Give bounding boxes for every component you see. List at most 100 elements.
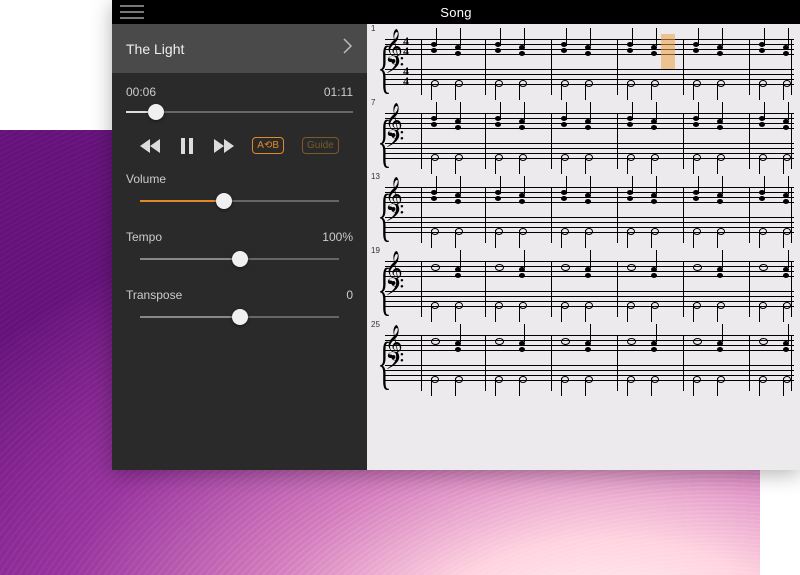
note-stem	[431, 156, 432, 174]
barline	[421, 187, 422, 243]
note-stem	[500, 176, 501, 194]
note	[783, 119, 788, 131]
barline	[485, 39, 486, 95]
note	[431, 80, 439, 87]
bass-clef-icon: 𝄢	[385, 348, 404, 382]
barline	[551, 187, 552, 243]
note-stem	[524, 250, 525, 268]
note	[495, 228, 503, 235]
volume-slider[interactable]	[140, 192, 339, 210]
note	[561, 302, 569, 309]
tempo-label: Tempo	[126, 230, 162, 244]
note	[651, 341, 656, 353]
playback-slider-thumb[interactable]	[148, 104, 164, 120]
note	[519, 302, 527, 309]
barline	[749, 113, 750, 169]
barline	[791, 39, 792, 95]
tempo-slider[interactable]	[140, 250, 339, 268]
note-stem	[460, 102, 461, 120]
ab-repeat-button[interactable]: A⟲B	[252, 137, 284, 154]
note	[431, 302, 439, 309]
barline	[683, 113, 684, 169]
note	[561, 264, 570, 271]
bass-clef-icon: 𝄢	[385, 52, 404, 86]
guide-button[interactable]: Guide	[302, 137, 339, 154]
barline	[791, 187, 792, 243]
note-stem	[722, 250, 723, 268]
title-bar: Song	[112, 0, 800, 24]
transpose-value: 0	[346, 288, 353, 302]
barline	[485, 187, 486, 243]
pause-button[interactable]	[180, 138, 194, 154]
note	[585, 80, 593, 87]
note-stem	[693, 156, 694, 174]
note	[717, 45, 722, 57]
note	[431, 376, 439, 383]
note-stem	[524, 28, 525, 46]
note-stem	[590, 102, 591, 120]
note-stem	[500, 28, 501, 46]
playback-slider[interactable]	[126, 103, 353, 121]
bass-clef-icon: 𝄢	[385, 274, 404, 308]
note-stem	[500, 102, 501, 120]
note	[717, 193, 722, 205]
barline	[617, 261, 618, 317]
note	[455, 302, 463, 309]
note	[693, 154, 701, 161]
note-stem	[759, 82, 760, 100]
note-stem	[717, 156, 718, 174]
note	[717, 341, 722, 353]
transpose-slider[interactable]	[140, 308, 339, 326]
note	[783, 80, 791, 87]
note	[627, 154, 635, 161]
note	[651, 119, 656, 131]
note	[455, 341, 460, 353]
rewind-button[interactable]	[140, 138, 162, 154]
hamburger-menu-button[interactable]	[120, 0, 144, 24]
score-view[interactable]: 1{𝄞44𝄢447{𝄞𝄢13{𝄞𝄢19{𝄞𝄢25{𝄞𝄢	[367, 24, 800, 470]
note	[455, 154, 463, 161]
note	[627, 302, 635, 309]
note-stem	[783, 378, 784, 396]
note-stem	[585, 378, 586, 396]
note	[693, 338, 702, 345]
staff-system: 19{𝄞𝄢	[373, 256, 794, 316]
note	[693, 264, 702, 271]
note	[519, 193, 524, 205]
app-window: Song The Light 00:06 01:11	[112, 0, 800, 470]
note-stem	[455, 378, 456, 396]
note-stem	[495, 378, 496, 396]
song-selector-row[interactable]: The Light	[112, 24, 367, 73]
note	[519, 341, 524, 353]
note	[627, 376, 635, 383]
note	[627, 264, 636, 271]
note-stem	[788, 28, 789, 46]
barline	[485, 113, 486, 169]
note	[759, 80, 767, 87]
note-stem	[460, 28, 461, 46]
note	[651, 193, 656, 205]
note-stem	[566, 102, 567, 120]
transpose-param: Transpose 0	[112, 288, 367, 326]
note	[455, 80, 463, 87]
note-stem	[455, 304, 456, 322]
note-stem	[431, 230, 432, 248]
tempo-slider-thumb[interactable]	[232, 251, 248, 267]
note	[495, 154, 503, 161]
note	[585, 193, 590, 205]
barline	[421, 261, 422, 317]
note	[651, 45, 656, 57]
note	[759, 228, 767, 235]
note-stem	[431, 82, 432, 100]
note-stem	[783, 230, 784, 248]
staff-system: 7{𝄞𝄢	[373, 108, 794, 168]
fast-forward-button[interactable]	[212, 138, 234, 154]
transpose-slider-thumb[interactable]	[232, 309, 248, 325]
bass-clef-icon: 𝄢	[385, 126, 404, 160]
note	[651, 376, 659, 383]
volume-slider-thumb[interactable]	[216, 193, 232, 209]
note-stem	[717, 378, 718, 396]
note	[455, 193, 460, 205]
note-stem	[627, 156, 628, 174]
note-stem	[722, 28, 723, 46]
